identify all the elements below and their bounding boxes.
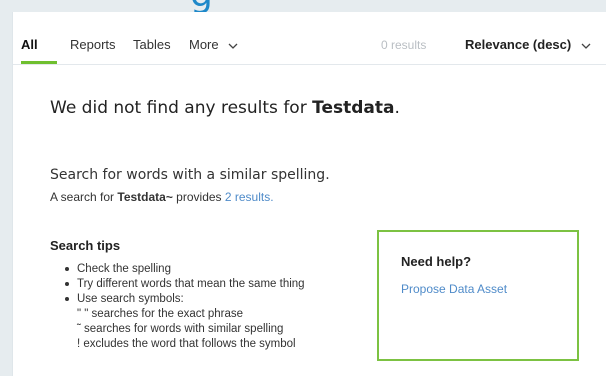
list-item: Try different words that mean the same t… — [65, 277, 305, 292]
symbol-tip: " " searches for the exact phrase — [77, 308, 244, 320]
search-tips-title: Search tips — [50, 238, 121, 253]
need-help-box: Need help? Propose Data Asset — [377, 230, 579, 361]
no-results-query: Testdata — [312, 98, 395, 118]
sort-dropdown[interactable]: Relevance (desc) — [465, 37, 591, 53]
search-results-panel: All Reports Tables More 0 results Releva… — [12, 12, 606, 376]
no-results-message: We did not find any results for Testdata… — [50, 98, 400, 118]
no-results-suffix: . — [394, 98, 400, 118]
suggestion-line: A search for Testdata~ provides 2 result… — [50, 190, 274, 204]
tab-more[interactable]: More — [189, 37, 238, 53]
list-item: Check the spelling — [65, 262, 305, 277]
chevron-down-icon — [581, 38, 591, 53]
tip-symbols-label: Use search symbols: — [77, 293, 184, 305]
symbol-tip: ˜ searches for words with similar spelli… — [77, 323, 284, 335]
tab-bar: All Reports Tables More 0 results Releva… — [13, 12, 606, 65]
suggestion-query: Testdata~ — [117, 190, 173, 204]
tab-tables[interactable]: Tables — [133, 37, 171, 52]
results-count: 0 results — [381, 38, 427, 52]
cropped-heading: g — [0, 0, 606, 12]
tab-all[interactable]: All — [21, 37, 38, 52]
suggestion-prefix: A search for — [50, 190, 118, 204]
list-item: Use search symbols: — [65, 292, 305, 307]
cropped-heading-glyph: g — [190, 0, 213, 12]
chevron-down-icon — [228, 38, 238, 53]
suggestion-results-link[interactable]: 2 results. — [225, 190, 274, 204]
sort-dropdown-label: Relevance (desc) — [465, 37, 572, 52]
symbol-tip: ! excludes the word that follows the sym… — [77, 338, 296, 350]
suggestion-middle: provides — [172, 190, 225, 204]
tab-more-label: More — [189, 37, 219, 52]
propose-data-asset-link[interactable]: Propose Data Asset — [401, 282, 507, 296]
active-tab-indicator — [21, 61, 57, 64]
suggestion-heading: Search for words with a similar spelling… — [50, 167, 330, 183]
search-tips-list: Check the spelling Try different words t… — [65, 262, 305, 352]
no-results-prefix: We did not find any results for — [50, 98, 313, 118]
need-help-title: Need help? — [401, 254, 472, 269]
tab-reports[interactable]: Reports — [70, 37, 116, 52]
